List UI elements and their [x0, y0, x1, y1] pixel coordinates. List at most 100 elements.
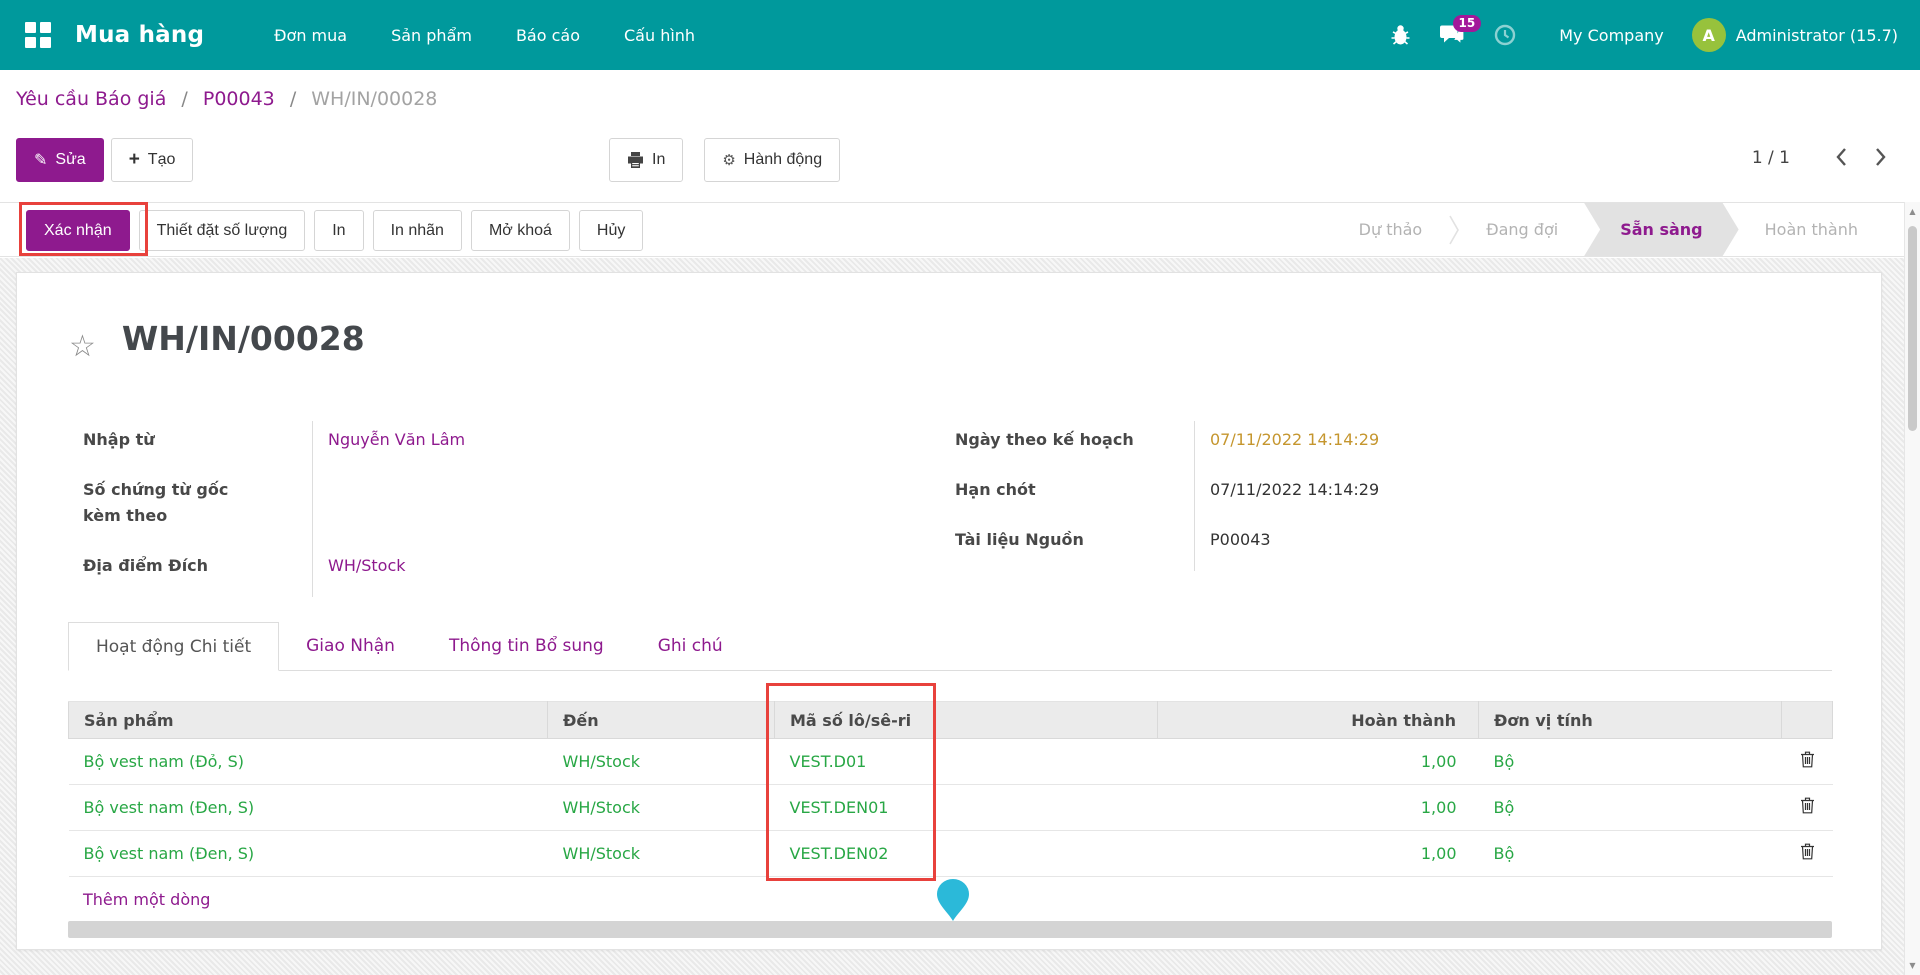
action-button[interactable]: ⚙ Hành động [704, 138, 840, 182]
col-empty [935, 702, 1158, 739]
cell-product: Bộ vest nam (Đỏ, S) [69, 739, 548, 785]
apps-menu-icon[interactable] [25, 22, 51, 48]
unlock-button[interactable]: Mở khoá [471, 210, 570, 251]
col-product[interactable]: Sản phẩm [69, 702, 548, 739]
breadcrumb-separator: / [181, 88, 187, 110]
cell-done: 1,00 [1158, 739, 1479, 785]
pager-next-icon[interactable] [1872, 144, 1890, 174]
menu-purchase-orders[interactable]: Đơn mua [252, 0, 369, 70]
main-menu: Đơn mua Sản phẩm Báo cáo Cấu hình [252, 0, 717, 70]
label-deadline: Hạn chót [955, 471, 1194, 521]
company-switcher[interactable]: My Company [1559, 26, 1663, 45]
printer-icon [627, 152, 644, 168]
menu-reports[interactable]: Báo cáo [494, 0, 602, 70]
cell-uom: Bộ [1479, 739, 1782, 785]
step-ready[interactable]: Sẵn sàng [1584, 203, 1738, 256]
col-done[interactable]: Hoàn thành [1158, 702, 1479, 739]
messages-icon[interactable]: 15 [1439, 24, 1465, 47]
edit-button[interactable]: ✎ Sửa [16, 138, 104, 182]
print-button-label: In [652, 151, 665, 169]
cell-lot: VEST.D01 [775, 739, 935, 785]
tab-additional-info[interactable]: Thông tin Bổ sung [422, 622, 631, 670]
confirm-button[interactable]: Xác nhận [26, 210, 130, 251]
delete-row-trash-icon[interactable] [1782, 785, 1833, 831]
table-header-row: Sản phẩm Đến Mã số lô/sê-ri Hoàn thành Đ… [69, 702, 1833, 739]
add-a-line-link[interactable]: Thêm một dòng [83, 890, 210, 909]
table-row[interactable]: Bộ vest nam (Đỏ, S) WH/Stock VEST.D01 1,… [69, 739, 1833, 785]
message-count-badge: 15 [1453, 15, 1482, 32]
activities-clock-icon[interactable] [1493, 23, 1517, 47]
cell-destination: WH/Stock [548, 831, 775, 877]
breadcrumb-current: WH/IN/00028 [311, 88, 437, 110]
plus-icon: + [129, 149, 140, 171]
print-button[interactable]: In [609, 138, 683, 182]
edit-button-label: Sửa [55, 151, 85, 169]
vertical-scrollbar[interactable]: ▲ ▼ [1904, 202, 1920, 975]
cell-lot: VEST.DEN01 [775, 785, 935, 831]
menu-configuration[interactable]: Cấu hình [602, 0, 717, 70]
label-source-document-attached: Số chứng từ gốc kèm theo [83, 471, 312, 547]
pager-previous-icon[interactable] [1832, 144, 1850, 174]
user-name: Administrator (15.7) [1736, 26, 1898, 45]
label-destination-location: Địa điểm Đích [83, 547, 312, 597]
record-title: WH/IN/00028 [122, 319, 365, 362]
cell-destination: WH/Stock [548, 785, 775, 831]
status-steps: Dự thảo Đang đợi Sẵn sàng Hoàn thành [1333, 203, 1884, 256]
delete-row-trash-icon[interactable] [1782, 739, 1833, 785]
user-menu[interactable]: A Administrator (15.7) [1692, 18, 1898, 52]
delete-row-trash-icon[interactable] [1782, 831, 1833, 877]
favorite-star-icon[interactable]: ☆ [69, 332, 96, 362]
notebook-tabs: Hoạt động Chi tiết Giao Nhận Thông tin B… [68, 622, 1832, 671]
print-labels-button[interactable]: In nhãn [373, 210, 462, 251]
table-horizontal-scrollbar[interactable] [68, 921, 1832, 938]
action-button-label: Hành động [744, 151, 822, 169]
breadcrumb-rfq[interactable]: Yêu cầu Báo giá [16, 88, 166, 110]
value-receive-from[interactable]: Nguyễn Văn Lâm [328, 430, 465, 449]
col-uom[interactable]: Đơn vị tính [1479, 702, 1782, 739]
step-separator-icon [1448, 203, 1460, 256]
pencil-icon: ✎ [34, 150, 47, 170]
breadcrumb-p00043[interactable]: P00043 [203, 88, 275, 110]
value-destination-location[interactable]: WH/Stock [328, 556, 406, 575]
value-source-document-attached [312, 471, 732, 547]
scrollbar-down-arrow-icon[interactable]: ▼ [1905, 956, 1920, 975]
tab-delivery[interactable]: Giao Nhận [279, 622, 422, 670]
value-scheduled-date: 07/11/2022 14:14:29 [1194, 421, 1614, 471]
col-actions [1782, 702, 1833, 739]
field-group-left: Nhập từ Nguyễn Văn Lâm Số chứng từ gốc k… [83, 421, 732, 597]
table-row[interactable]: Bộ vest nam (Đen, S) WH/Stock VEST.DEN01… [69, 785, 1833, 831]
create-button-label: Tạo [148, 151, 176, 169]
breadcrumb-separator: / [290, 88, 296, 110]
debug-bug-icon[interactable] [1390, 24, 1411, 46]
print-picking-button[interactable]: In [314, 210, 363, 251]
user-avatar: A [1692, 18, 1726, 52]
col-lot-serial[interactable]: Mã số lô/sê-ri [775, 702, 935, 739]
top-navbar: Mua hàng Đơn mua Sản phẩm Báo cáo Cấu hì… [0, 0, 1920, 70]
form-sheet: ☆ WH/IN/00028 Nhập từ Nguyễn Văn Lâm Số … [16, 272, 1882, 950]
create-button[interactable]: + Tạo [111, 138, 194, 182]
cell-destination: WH/Stock [548, 739, 775, 785]
systray: 15 My Company A Administrator (15.7) [1390, 18, 1920, 52]
col-destination[interactable]: Đến [548, 702, 775, 739]
value-deadline: 07/11/2022 14:14:29 [1194, 471, 1614, 521]
step-draft[interactable]: Dự thảo [1333, 203, 1449, 256]
cell-product: Bộ vest nam (Đen, S) [69, 785, 548, 831]
set-quantities-button[interactable]: Thiết đặt số lượng [139, 210, 306, 251]
cell-product: Bộ vest nam (Đen, S) [69, 831, 548, 877]
field-group-right: Ngày theo kế hoạch 07/11/2022 14:14:29 H… [955, 421, 1614, 571]
app-title[interactable]: Mua hàng [75, 22, 204, 48]
step-waiting[interactable]: Đang đợi [1460, 203, 1584, 256]
menu-products[interactable]: Sản phẩm [369, 0, 494, 70]
cell-done: 1,00 [1158, 831, 1479, 877]
scrollbar-thumb[interactable] [1908, 226, 1917, 431]
breadcrumb: Yêu cầu Báo giá / P00043 / WH/IN/00028 [16, 88, 437, 110]
tab-detailed-operations[interactable]: Hoạt động Chi tiết [68, 622, 279, 671]
step-done[interactable]: Hoàn thành [1739, 203, 1884, 256]
cell-uom: Bộ [1479, 831, 1782, 877]
table-row[interactable]: Bộ vest nam (Đen, S) WH/Stock VEST.DEN02… [69, 831, 1833, 877]
label-scheduled-date: Ngày theo kế hoạch [955, 421, 1194, 471]
cancel-button[interactable]: Hủy [579, 210, 643, 251]
tab-notes[interactable]: Ghi chú [631, 622, 750, 670]
scrollbar-up-arrow-icon[interactable]: ▲ [1905, 202, 1920, 221]
value-source-document: P00043 [1194, 521, 1614, 571]
